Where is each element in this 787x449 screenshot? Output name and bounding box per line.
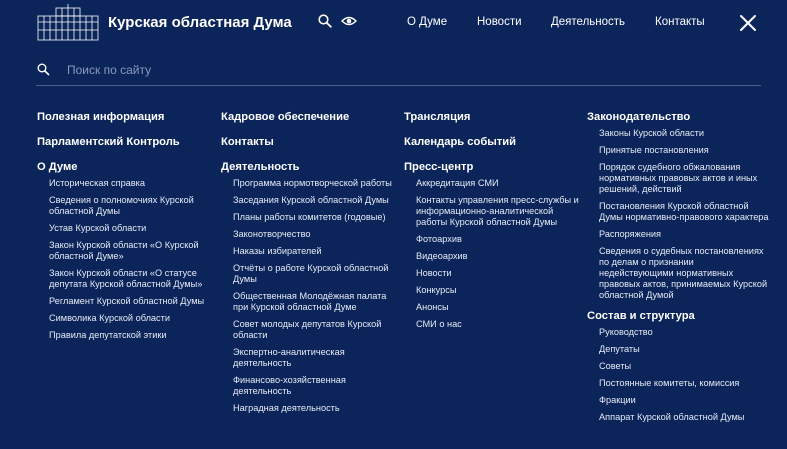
menu-link[interactable]: Регламент Курской областной Думы xyxy=(49,296,215,307)
menu-section-title[interactable]: Законодательство xyxy=(587,110,769,124)
menu-link[interactable]: Закон Курской области «О статусе депутат… xyxy=(49,268,215,290)
menu-link[interactable]: Аппарат Курской областной Думы xyxy=(599,412,769,423)
menu-link[interactable]: Фотоархив xyxy=(416,234,582,245)
menu-column-2: Кадровое обеспечение Контакты Деятельность… xyxy=(221,110,399,422)
menu-link[interactable]: Программа нормотворческой работы xyxy=(233,178,399,189)
close-icon[interactable] xyxy=(739,14,757,32)
menu-link[interactable]: Распоряжения xyxy=(599,229,769,240)
menu-section-title[interactable]: Календарь событий xyxy=(404,135,582,149)
menu-section-title[interactable]: Кадровое обеспечение xyxy=(221,110,399,124)
menu-link[interactable]: Правила депутатской этики xyxy=(49,330,215,341)
nav-link-activity[interactable]: Деятельность xyxy=(551,16,625,28)
menu-link[interactable]: Экспертно-аналитическая деятельность xyxy=(233,347,399,369)
search-bar xyxy=(36,56,761,86)
menu-link[interactable]: Заседания Курской областной Думы xyxy=(233,195,399,206)
menu-link[interactable]: Сведения о полномочиях Курской областной… xyxy=(49,195,215,217)
menu-link[interactable]: Принятые постановления xyxy=(599,145,769,156)
menu-link[interactable]: Постановления Курской областной Думы нор… xyxy=(599,201,769,223)
menu-section-title[interactable]: Деятельность xyxy=(221,160,399,174)
menu-column-3: Трансляция Календарь событий Пресс-центр Ак… xyxy=(404,110,582,338)
search-icon xyxy=(37,63,50,76)
site-header: Курская областная Дума О Думе Новости Де… xyxy=(0,0,787,50)
menu-link[interactable]: Отчёты о работе Курской областной Думы xyxy=(233,263,399,285)
menu-link[interactable]: Наказы избирателей xyxy=(233,246,399,257)
menu-link[interactable]: Законы Курской области xyxy=(599,128,769,139)
menu-link[interactable]: Совет молодых депутатов Курской области xyxy=(233,319,399,341)
menu-link[interactable]: Фракции xyxy=(599,395,769,406)
nav-link-about[interactable]: О Думе xyxy=(407,16,447,28)
menu-column-1: Полезная информация Парламентский Контрол… xyxy=(37,110,215,349)
menu-link[interactable]: Конкурсы xyxy=(416,285,582,296)
menu-link[interactable]: Наградная деятельность xyxy=(233,403,399,414)
menu-link[interactable]: Финансово-хозяйственная деятельность xyxy=(233,375,399,397)
menu-link[interactable]: Видеоархив xyxy=(416,251,582,262)
menu-link[interactable]: Новости xyxy=(416,268,582,279)
search-icon[interactable] xyxy=(318,14,334,30)
site-title[interactable]: Курская областная Дума xyxy=(108,14,292,31)
menu-sub-list: Аккредитация СМИ Контакты управления прес… xyxy=(404,178,582,330)
menu-link[interactable]: СМИ о нас xyxy=(416,319,582,330)
menu-link[interactable]: Сведения о судебных постановлениях по де… xyxy=(599,246,769,301)
nav-link-news[interactable]: Новости xyxy=(477,16,522,28)
menu-link[interactable]: Анонсы xyxy=(416,302,582,313)
menu-section-title[interactable]: Пресс-центр xyxy=(404,160,582,174)
menu-link[interactable]: Закон Курской области «О Курской областн… xyxy=(49,240,215,262)
menu-link[interactable]: Символика Курской области xyxy=(49,313,215,324)
menu-link[interactable]: Руководство xyxy=(599,327,769,338)
menu-link[interactable]: Депутаты xyxy=(599,344,769,355)
menu-sub-list: Программа нормотворческой работы Заседани… xyxy=(221,178,399,414)
menu-section-title[interactable]: О Думе xyxy=(37,160,215,174)
eye-icon[interactable] xyxy=(341,14,359,30)
menu-link[interactable]: Законотворчество xyxy=(233,229,399,240)
menu-section-title[interactable]: Трансляция xyxy=(404,110,582,124)
menu-section-title[interactable]: Состав и структура xyxy=(587,309,769,323)
menu-section-title[interactable]: Полезная информация xyxy=(37,110,215,124)
menu-link[interactable]: Историческая справка xyxy=(49,178,215,189)
menu-link[interactable]: Советы xyxy=(599,361,769,372)
search-input[interactable] xyxy=(67,59,747,81)
menu-link[interactable]: Аккредитация СМИ xyxy=(416,178,582,189)
menu-link[interactable]: Планы работы комитетов (годовые) xyxy=(233,212,399,223)
menu-sub-list: Историческая справка Сведения о полномочи… xyxy=(37,178,215,341)
menu-sub-list: Руководство Депутаты Советы Постоянные коми… xyxy=(587,327,769,423)
menu-section-title[interactable]: Парламентский Контроль xyxy=(37,135,215,149)
menu-link[interactable]: Постоянные комитеты, комиссия xyxy=(599,378,769,389)
duma-building-logo[interactable] xyxy=(36,4,100,42)
menu-column-4: Законодательство Законы Курской области Пр… xyxy=(587,110,769,431)
menu-section-title[interactable]: Контакты xyxy=(221,135,399,149)
menu-link[interactable]: Контакты управления пресс-службы и инфор… xyxy=(416,195,582,228)
menu-sub-list: Законы Курской области Принятые постановл… xyxy=(587,128,769,301)
menu-link[interactable]: Порядок судебного обжалования нормативны… xyxy=(599,162,769,195)
nav-link-contacts[interactable]: Контакты xyxy=(655,16,705,28)
menu-link[interactable]: Общественная Молодёжная палата при Курск… xyxy=(233,291,399,313)
menu-link[interactable]: Устав Курской области xyxy=(49,223,215,234)
